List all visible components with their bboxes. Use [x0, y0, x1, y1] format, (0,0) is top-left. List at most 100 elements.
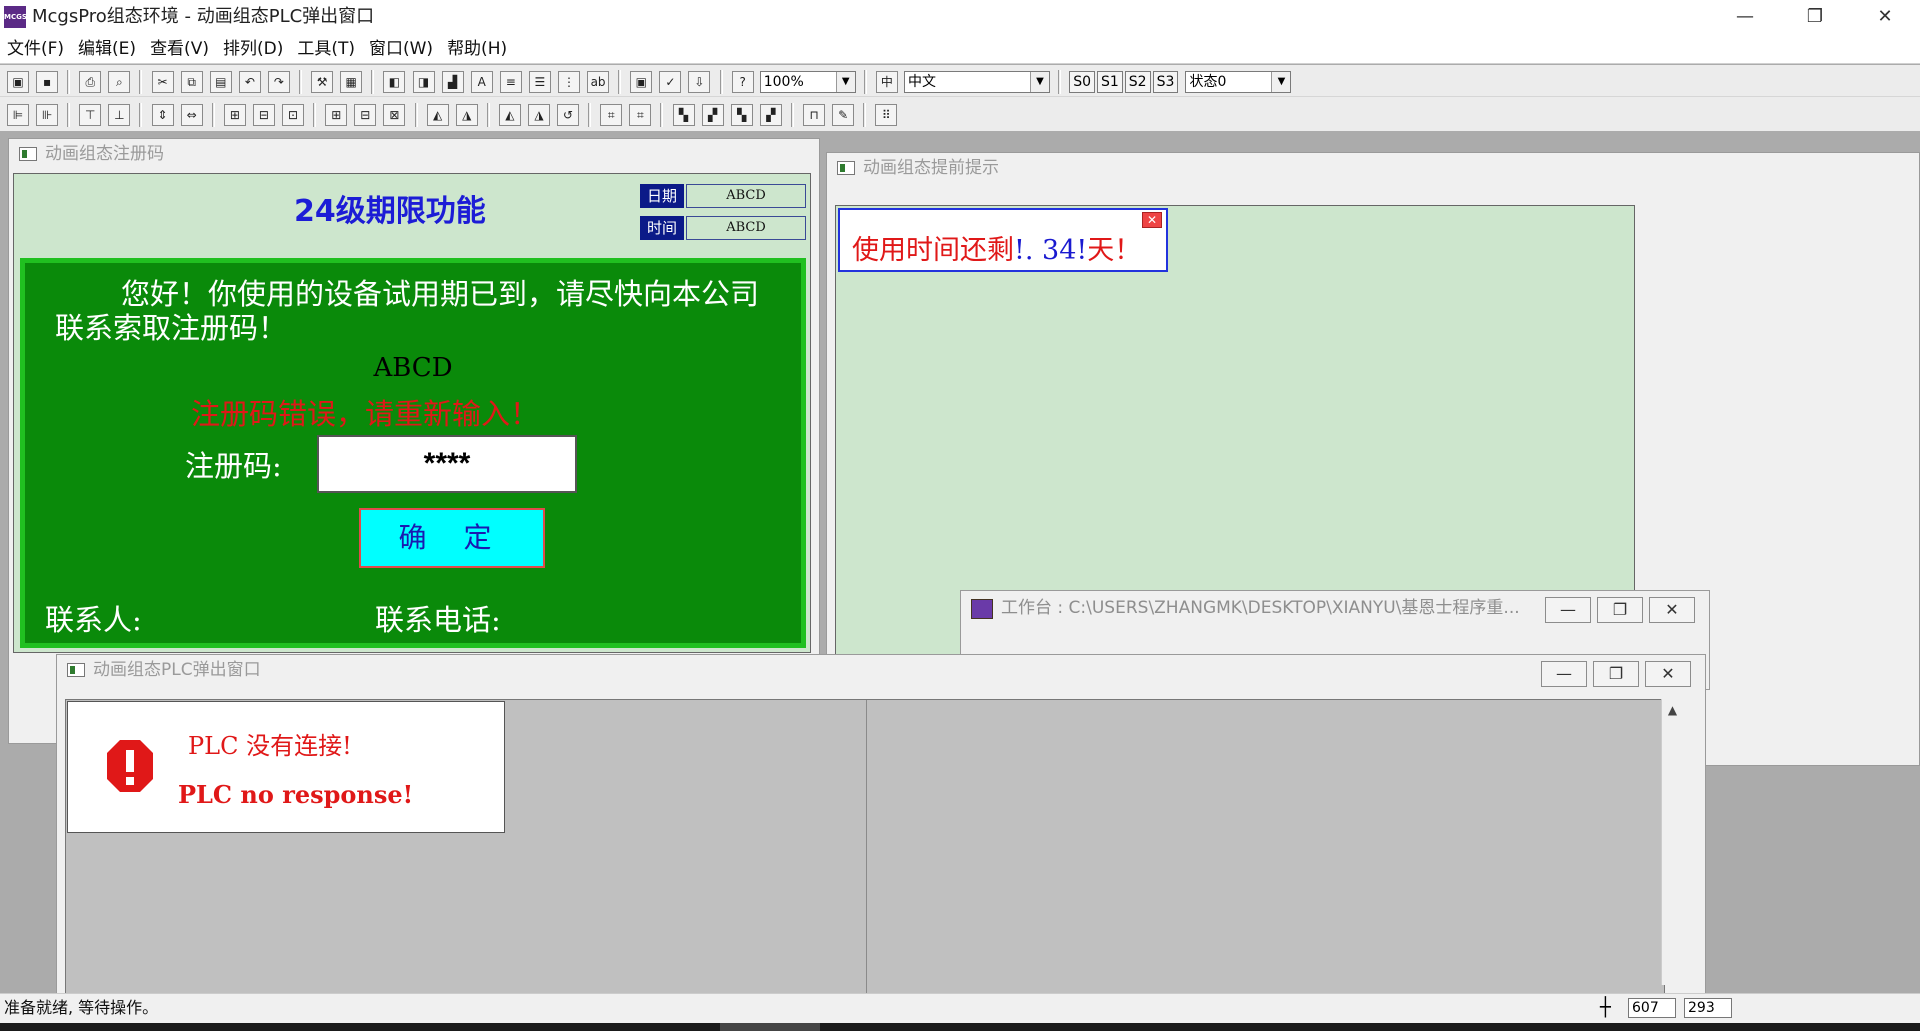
edit-icon[interactable]: ✎: [832, 104, 855, 126]
state-select[interactable]: 状态0 ▼: [1185, 71, 1292, 93]
flip-h-icon[interactable]: ◭: [498, 104, 521, 126]
layer-front-icon[interactable]: ▚: [672, 104, 695, 126]
align-bottom-icon[interactable]: ⊥: [108, 104, 131, 126]
popup-window-title[interactable]: 动画组态PLC弹出窗口: [57, 655, 1705, 685]
restore-button[interactable]: ❐: [1780, 0, 1850, 34]
new-window-icon[interactable]: ▣: [7, 71, 29, 93]
menu-arrange[interactable]: 排列(D): [216, 34, 290, 64]
register-code-input[interactable]: ****: [317, 435, 577, 493]
same-height-icon[interactable]: ⇕: [151, 104, 174, 126]
label-icon[interactable]: ab: [587, 71, 610, 93]
properties-icon[interactable]: ▦: [340, 71, 363, 93]
same-width-icon[interactable]: ⇔: [180, 104, 203, 126]
state-s0-button[interactable]: S0: [1069, 71, 1095, 93]
help-icon[interactable]: ?: [731, 71, 754, 93]
popup-close-button[interactable]: ✕: [1645, 661, 1691, 687]
group-icon[interactable]: ⊞: [325, 104, 348, 126]
rotate-left-icon[interactable]: ◭: [426, 104, 449, 126]
print-icon[interactable]: ⎙: [79, 71, 102, 93]
draw-icon[interactable]: ▟: [441, 71, 464, 93]
download-icon[interactable]: ⇩: [688, 71, 711, 93]
register-panel: 您好！你使用的设备试用期已到，请尽快向本公司联系索取注册码！ ABCD 注册码错…: [20, 258, 806, 648]
lock-icon[interactable]: ⊓: [803, 104, 825, 126]
time-label: 时间: [640, 216, 684, 240]
font-icon[interactable]: A: [470, 71, 493, 93]
layer-up-icon[interactable]: ▚: [730, 104, 753, 126]
close-icon[interactable]: ✕: [1142, 212, 1162, 228]
reminder-window-title[interactable]: 动画组态提前提示: [827, 153, 1919, 183]
close-button[interactable]: ✕: [1850, 0, 1920, 34]
register-code-label: 注册码:: [185, 449, 282, 483]
print-preview-icon[interactable]: ⌕: [108, 71, 131, 93]
toolbar-separator: [67, 70, 71, 94]
toolbar-separator: [863, 70, 867, 94]
menu-window[interactable]: 窗口(W): [362, 34, 440, 64]
resize-icon[interactable]: ⌗: [600, 104, 623, 126]
align-right-icon[interactable]: ⊪: [36, 104, 59, 126]
contact-label: 联系人:: [45, 603, 142, 637]
popup-minimize-button[interactable]: —: [1541, 661, 1587, 687]
workspace-window-title[interactable]: 工作台 : C:\USERS\ZHANGMK\DESKTOP\XIANYU\基恩…: [1001, 591, 1520, 625]
list-icon[interactable]: ☰: [528, 71, 551, 93]
paste-icon[interactable]: ▤: [209, 71, 232, 93]
workspace-close-button[interactable]: ✕: [1649, 597, 1695, 623]
popup-restore-button[interactable]: ❐: [1593, 661, 1639, 687]
state-s2-button[interactable]: S2: [1124, 71, 1151, 93]
layer-down-icon[interactable]: ▞: [759, 104, 782, 126]
language-select[interactable]: 中文 ▼: [904, 71, 1050, 93]
cut-icon[interactable]: ✂: [151, 71, 174, 93]
menu-file[interactable]: 文件(F): [0, 34, 71, 64]
language-icon[interactable]: 中: [875, 71, 898, 93]
plc-no-response-en: PLC no response!: [178, 780, 414, 809]
taskbar-active-item[interactable]: [720, 1023, 820, 1031]
check-icon[interactable]: ✓: [659, 71, 682, 93]
confirm-button[interactable]: 确 定: [359, 508, 545, 568]
error-stop-icon: [107, 740, 153, 792]
scroll-up-icon[interactable]: ▲: [1662, 699, 1683, 721]
workspace-minimize-button[interactable]: —: [1545, 597, 1591, 623]
align-left-icon[interactable]: ⊫: [7, 104, 29, 126]
save-icon[interactable]: ▪: [36, 71, 59, 93]
taskbar: [0, 1023, 1920, 1031]
bring-front-icon[interactable]: ◧: [383, 71, 406, 93]
date-value: ABCD: [686, 184, 806, 208]
center-h-icon[interactable]: ⊞: [223, 104, 246, 126]
align-top-icon[interactable]: ⊤: [79, 104, 102, 126]
register-window-title[interactable]: 动画组态注册码: [9, 139, 819, 169]
fit-icon[interactable]: ⌗: [629, 104, 652, 126]
menu-help[interactable]: 帮助(H): [440, 34, 514, 64]
redo-icon[interactable]: ↷: [267, 71, 290, 93]
workspace-restore-button[interactable]: ❐: [1597, 597, 1643, 623]
send-back-icon[interactable]: ◨: [412, 71, 435, 93]
layout-toolbar: ⊫ ⊪ ⊤ ⊥ ⇕ ⇔ ⊞ ⊟ ⊡ ⊞ ⊟ ⊠ ◭ ◮ ◭ ◮ ↺ ⌗ ⌗ ▚ …: [0, 97, 1920, 131]
ungroup-icon[interactable]: ⊟: [354, 104, 377, 126]
center-v-icon[interactable]: ⊟: [252, 104, 275, 126]
state-s3-button[interactable]: S3: [1152, 71, 1179, 93]
menu-tools[interactable]: 工具(T): [290, 34, 362, 64]
rotate-right-icon[interactable]: ◮: [455, 104, 478, 126]
date-label: 日期: [640, 184, 684, 208]
plc-error-box: PLC 没有连接! PLC no response!: [67, 701, 505, 833]
align-text-icon[interactable]: ≡: [499, 71, 522, 93]
zoom-select[interactable]: 100% ▼: [759, 71, 856, 93]
toolbar-separator: [486, 103, 490, 127]
grid-icon[interactable]: ⋮: [557, 71, 580, 93]
app-logo-icon: MCGS: [4, 6, 27, 28]
vertical-scrollbar[interactable]: ▲: [1661, 699, 1683, 985]
minimize-button[interactable]: —: [1710, 0, 1780, 34]
menu-view[interactable]: 查看(V): [143, 34, 216, 64]
window-config-icon[interactable]: ▣: [630, 71, 653, 93]
grid-dots-icon[interactable]: ⠿: [875, 104, 898, 126]
copy-icon[interactable]: ⧉: [180, 71, 203, 93]
layer-back-icon[interactable]: ▞: [701, 104, 724, 126]
toolbar-separator: [588, 103, 592, 127]
space-even-icon[interactable]: ⊡: [282, 104, 305, 126]
merge-icon[interactable]: ⊠: [383, 104, 406, 126]
menu-edit[interactable]: 编辑(E): [71, 34, 143, 64]
state-s1-button[interactable]: S1: [1096, 71, 1123, 93]
workspace-icon: [971, 599, 993, 619]
rotate-icon[interactable]: ↺: [557, 104, 580, 126]
flip-v-icon[interactable]: ◮: [527, 104, 550, 126]
tools-icon[interactable]: ⚒: [311, 71, 334, 93]
undo-icon[interactable]: ↶: [238, 71, 261, 93]
